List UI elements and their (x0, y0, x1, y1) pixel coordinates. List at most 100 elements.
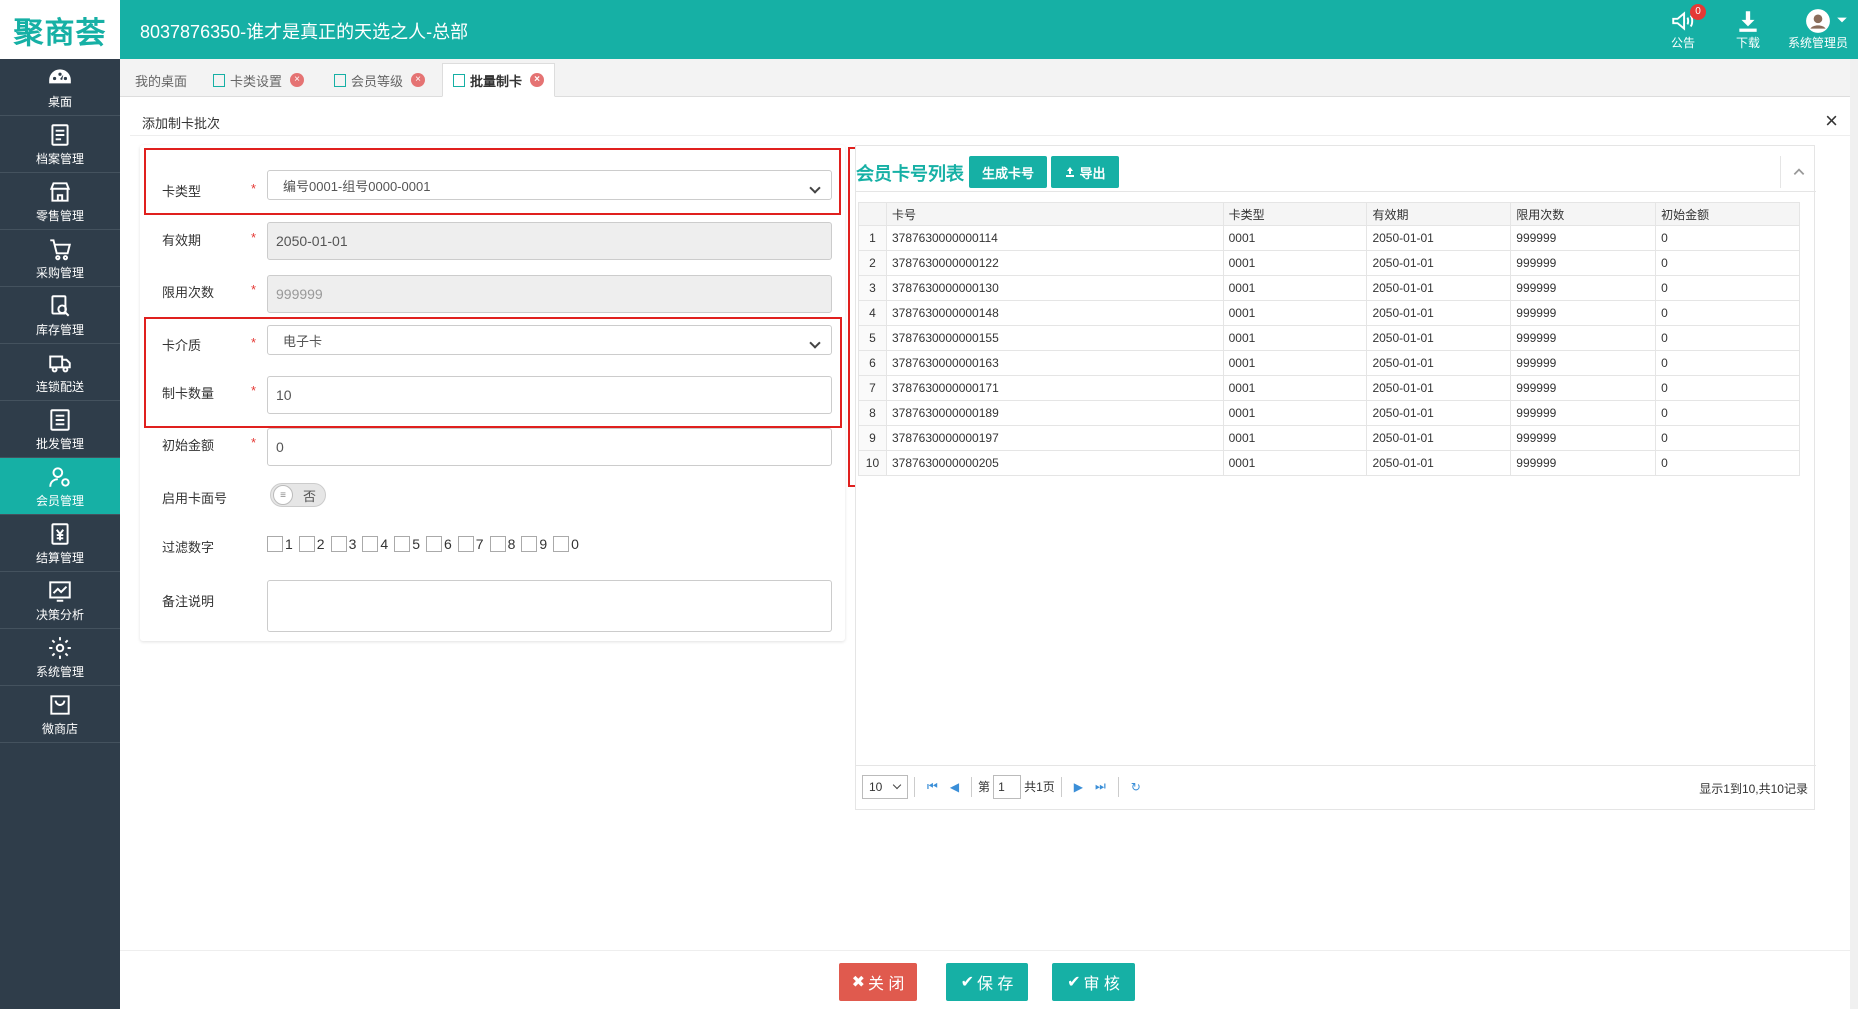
quantity-input[interactable]: 10 (267, 376, 832, 414)
tab-batch-card[interactable]: 批量制卡 × (442, 63, 556, 97)
initial-amount-input[interactable]: 0 (267, 428, 832, 466)
announce-button[interactable]: 0 公告 (1670, 4, 1706, 51)
export-button[interactable]: 导出 (1051, 156, 1119, 188)
digit-checkbox-1[interactable]: 1 (267, 536, 293, 552)
digit-checkbox-6[interactable]: 6 (425, 536, 452, 552)
prev-page-icon[interactable]: ◀ (950, 780, 959, 794)
table-cell: 3787630000000122 (885, 250, 1224, 276)
close-button[interactable]: ✖ 关 闭 (839, 963, 917, 1001)
digit-checkbox-4[interactable]: 4 (362, 536, 388, 552)
sidebar-item-member[interactable]: 会员管理 (0, 458, 120, 515)
table-cell: 3787630000000171 (885, 375, 1224, 401)
scrollbar[interactable] (1850, 59, 1858, 1009)
digit-checkbox-8[interactable]: 8 (489, 536, 515, 552)
sidebar-item-purchase[interactable]: 采购管理 (0, 230, 120, 287)
table-row[interactable]: 2 3787630000000122 0001 2050-01-01 999999 0 (858, 250, 1800, 276)
card-type-select[interactable]: 编号0001-组号0000-0001 (267, 170, 832, 200)
sidebar-item-desktop[interactable]: 桌面 (0, 59, 120, 116)
required-mark: * (251, 335, 257, 350)
page-size-select[interactable]: 10 (862, 774, 908, 799)
table-cell: 2050-01-01 (1366, 275, 1512, 301)
col-card-number[interactable]: 卡号 (885, 202, 1224, 226)
digit-checkbox-9[interactable]: 9 (521, 536, 547, 552)
card-face-toggle[interactable]: ≡ 否 (270, 483, 326, 507)
record-info: 显示1到10,共10记录 (1699, 782, 1808, 796)
row-number: 9 (858, 425, 887, 451)
table-row[interactable]: 10 3787630000000205 0001 2050-01-01 999999 0 (858, 450, 1800, 476)
close-tab-icon[interactable]: × (411, 73, 426, 87)
table-row[interactable]: 9 3787630000000197 0001 2050-01-01 999999 0 (858, 425, 1800, 451)
caret-down-icon[interactable] (1836, 14, 1848, 26)
digit-checkbox-5[interactable]: 5 (394, 536, 420, 552)
col-initial-amount[interactable]: 初始金额 (1655, 202, 1800, 226)
sidebar-item-microshop[interactable]: 微商店 (0, 686, 120, 743)
table-cell: 0001 (1222, 450, 1368, 476)
digit-checkbox-3[interactable]: 3 (330, 536, 356, 552)
table-cell: 2050-01-01 (1366, 325, 1512, 351)
table-cell: 2050-01-01 (1366, 225, 1512, 251)
times-icon: ✖ (851, 974, 865, 991)
close-icon[interactable]: × (1825, 108, 1838, 134)
limit-times-field[interactable]: 999999 (267, 275, 832, 313)
audit-button[interactable]: ✔ 审 核 (1052, 963, 1135, 1001)
sidebar-item-archive[interactable]: 档案管理 (0, 116, 120, 173)
remark-textarea[interactable] (267, 580, 832, 632)
table-row[interactable]: 4 3787630000000148 0001 2050-01-01 999999 0 (858, 300, 1800, 326)
chart-icon (49, 580, 71, 602)
check-icon: ✔ (960, 974, 974, 991)
digit-checkbox-2[interactable]: 2 (298, 536, 325, 552)
table-row[interactable]: 6 3787630000000163 0001 2050-01-01 999999 0 (858, 350, 1800, 376)
table-cell: 999999 (1510, 350, 1657, 376)
table-row[interactable]: 3 3787630000000130 0001 2050-01-01 999999 0 (858, 275, 1800, 301)
table-cell: 999999 (1510, 250, 1657, 276)
table-row[interactable]: 7 3787630000000171 0001 2050-01-01 999999 0 (858, 375, 1800, 401)
sidebar-item-delivery[interactable]: 连锁配送 (0, 344, 120, 401)
tab-member-level[interactable]: 会员等级 × (323, 63, 436, 97)
table-cell: 2050-01-01 (1366, 450, 1512, 476)
document-icon (334, 73, 346, 87)
user-label: 系统管理员 (1788, 36, 1849, 50)
row-number: 5 (858, 325, 887, 351)
sidebar-item-retail[interactable]: 零售管理 (0, 173, 120, 230)
table-cell: 2050-01-01 (1366, 375, 1512, 401)
close-tab-icon[interactable]: × (530, 73, 545, 87)
next-page-icon[interactable]: ▶ (1074, 780, 1083, 794)
filter-digit-checkboxes: 1 2 3 4 5 6 7 8 9 0 (267, 536, 585, 552)
table-cell: 0 (1655, 300, 1800, 326)
close-tab-icon[interactable]: × (290, 73, 305, 87)
digit-checkbox-7[interactable]: 7 (457, 536, 484, 552)
table-cell: 0001 (1222, 425, 1368, 451)
last-page-icon[interactable]: ⏭ (1095, 779, 1106, 794)
tab-card-settings[interactable]: 卡类设置 × (202, 63, 315, 97)
sidebar-item-wholesale[interactable]: 批发管理 (0, 401, 120, 458)
medium-select[interactable]: 电子卡 (267, 325, 832, 355)
sidebar-item-analysis[interactable]: 决策分析 (0, 572, 120, 629)
table-row[interactable]: 5 3787630000000155 0001 2050-01-01 999999 0 (858, 325, 1800, 351)
download-button[interactable]: 下载 (1735, 8, 1761, 51)
table-row[interactable]: 1 3787630000000114 0001 2050-01-01 999999 0 (858, 225, 1800, 251)
required-mark: * (251, 282, 257, 297)
validity-field[interactable]: 2050-01-01 (267, 222, 832, 260)
table-cell: 0 (1655, 250, 1800, 276)
collapse-button[interactable] (1780, 156, 1816, 188)
first-page-icon[interactable]: ⏮ (927, 779, 938, 794)
col-validity[interactable]: 有效期 (1366, 202, 1512, 226)
table-cell: 0 (1655, 375, 1800, 401)
save-button[interactable]: ✔ 保 存 (946, 963, 1028, 1001)
tab-desktop[interactable]: 我的桌面 (124, 63, 198, 97)
table-cell: 3787630000000114 (885, 225, 1224, 251)
digit-checkbox-0[interactable]: 0 (553, 536, 579, 552)
refresh-icon[interactable]: ↻ (1131, 780, 1141, 794)
generate-card-button[interactable]: 生成卡号 (969, 156, 1047, 188)
table-cell: 0001 (1222, 225, 1368, 251)
col-card-type[interactable]: 卡类型 (1222, 202, 1368, 226)
document-icon (213, 73, 225, 87)
page-input[interactable]: 1 (993, 774, 1022, 799)
sidebar-item-system[interactable]: 系统管理 (0, 629, 120, 686)
col-limit-times[interactable]: 限用次数 (1510, 202, 1657, 226)
table-row[interactable]: 8 3787630000000189 0001 2050-01-01 999999 0 (858, 400, 1800, 426)
sidebar-item-inventory[interactable]: 库存管理 (0, 287, 120, 344)
sidebar-item-settlement[interactable]: 结算管理 (0, 515, 120, 572)
row-number: 3 (858, 275, 887, 301)
table-cell: 999999 (1510, 325, 1657, 351)
